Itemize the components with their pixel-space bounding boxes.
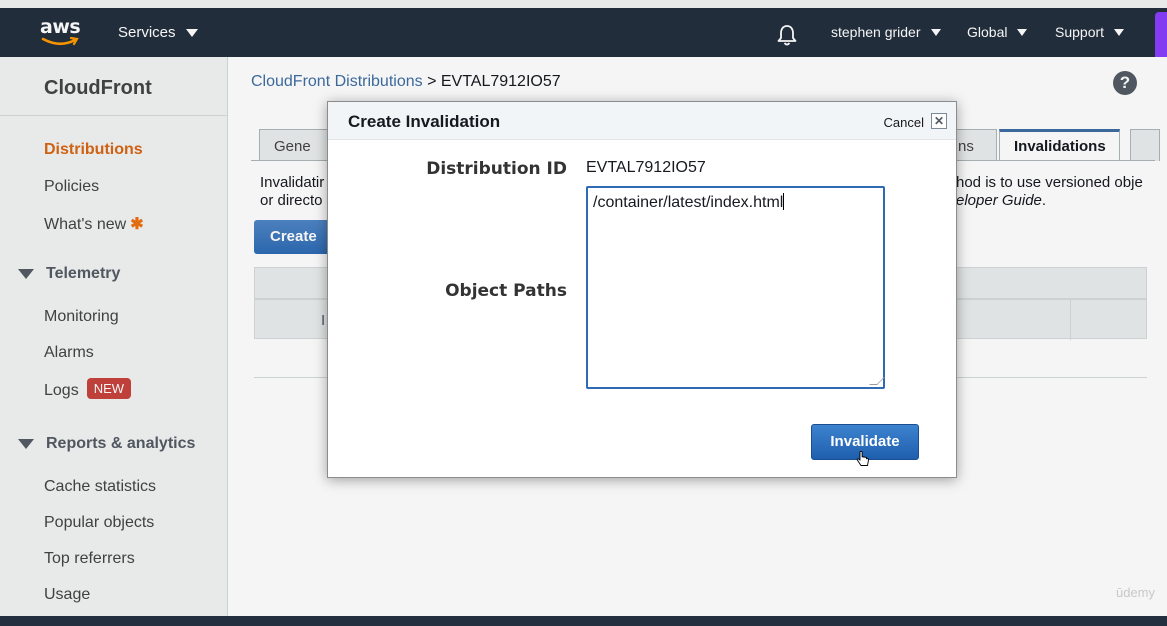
sidebar-item-usage[interactable]: Usage — [44, 586, 90, 604]
tab-invalidations[interactable]: Invalidations — [999, 129, 1120, 161]
sidebar-section-reports[interactable]: Reports & analytics — [18, 435, 195, 453]
breadcrumb-current: EVTAL7912IO57 — [440, 73, 561, 90]
support-label: Support — [1055, 24, 1105, 40]
close-icon[interactable]: ✕ — [931, 113, 947, 129]
user-label: stephen grider — [831, 24, 921, 40]
help-icon[interactable]: ? — [1113, 71, 1137, 95]
sidebar-divider — [0, 115, 228, 116]
region-label: Global — [967, 24, 1008, 40]
info-line: eloper Guide. — [956, 192, 1143, 210]
resize-grip-icon[interactable] — [869, 377, 885, 385]
sidebar-item-distributions[interactable]: Distributions — [44, 141, 143, 159]
sidebar: CloudFront Distributions Policies What's… — [0, 57, 228, 616]
chevron-down-icon — [1017, 28, 1028, 36]
sidebar-item-whats-new[interactable]: What's new ✱ — [44, 214, 144, 234]
cancel-link[interactable]: Cancel — [884, 115, 924, 130]
top-nav: aws Services stephen grider Global Suppo… — [0, 0, 1167, 57]
star-icon: ✱ — [130, 216, 144, 233]
distribution-id-label: Distribution ID — [426, 159, 567, 179]
sidebar-item-logs[interactable]: Logs NEW — [44, 378, 132, 400]
aws-logo[interactable]: aws — [40, 16, 81, 50]
user-menu[interactable]: stephen grider — [831, 24, 941, 40]
sidebar-item-top-referrers[interactable]: Top referrers — [44, 550, 135, 568]
chevron-down-icon — [1114, 28, 1125, 36]
info-text-right: hod is to use versioned obje eloper Guid… — [956, 174, 1143, 210]
udemy-watermark: ūdemy — [1115, 585, 1155, 600]
info-text-left: Invalidatir or directo — [260, 174, 324, 210]
region-menu[interactable]: Global — [967, 24, 1028, 40]
info-line: Invalidatir — [260, 174, 325, 191]
tab-more[interactable] — [1130, 129, 1160, 161]
hand-pointer-cursor-icon — [856, 451, 869, 466]
object-paths-textarea[interactable]: /container/latest/index.html — [586, 186, 885, 389]
new-badge: NEW — [86, 378, 132, 399]
services-label: Services — [118, 24, 176, 41]
distribution-id-value: EVTAL7912IO57 — [586, 159, 706, 176]
info-line: hod is to use versioned obje — [956, 174, 1143, 191]
info-period: . — [1041, 192, 1047, 209]
sidebar-item-monitoring[interactable]: Monitoring — [44, 308, 119, 326]
aws-smile-icon — [41, 37, 79, 46]
table-cell-fragment: I — [321, 312, 326, 329]
sidebar-item-popular-objects[interactable]: Popular objects — [44, 514, 154, 532]
breadcrumb-separator: > — [422, 73, 441, 90]
sidebar-item-cache-statistics[interactable]: Cache statistics — [44, 478, 156, 496]
services-menu[interactable]: Services — [118, 24, 198, 41]
tab-general[interactable]: Gene — [259, 129, 329, 161]
chevron-down-icon — [930, 28, 941, 36]
caret-down-icon — [18, 439, 34, 449]
section-label: Telemetry — [46, 265, 121, 282]
support-menu[interactable]: Support — [1055, 24, 1125, 40]
dialog-header: Create Invalidation Cancel ✕ — [328, 102, 956, 140]
aws-logo-text: aws — [40, 16, 81, 38]
notification-bell-icon[interactable] — [776, 24, 798, 46]
sidebar-item-policies[interactable]: Policies — [44, 178, 99, 196]
section-label: Reports & analytics — [46, 435, 196, 452]
object-paths-text: /container/latest/index.html — [593, 194, 784, 211]
breadcrumb-link[interactable]: CloudFront Distributions — [251, 73, 423, 90]
breadcrumb: CloudFront Distributions > EVTAL7912IO57 — [251, 73, 561, 91]
info-line: or directo — [260, 192, 323, 209]
object-paths-label: Object Paths — [445, 281, 567, 301]
sidebar-item-label: What's new — [44, 216, 127, 233]
text-cursor — [783, 193, 785, 210]
bottom-bar — [0, 616, 1167, 626]
sidebar-section-telemetry[interactable]: Telemetry — [18, 265, 120, 283]
sidebar-item-alarms[interactable]: Alarms — [44, 344, 94, 362]
sidebar-title: CloudFront — [44, 77, 152, 99]
chevron-down-icon — [185, 28, 198, 37]
dialog-title: Create Invalidation — [348, 112, 501, 131]
caret-down-icon — [18, 269, 34, 279]
create-invalidation-dialog: Create Invalidation Cancel ✕ Distributio… — [327, 101, 957, 478]
sidebar-item-label: Logs — [44, 382, 79, 399]
developer-guide-link[interactable]: eloper Guide — [956, 192, 1042, 209]
table-column-divider — [1070, 300, 1071, 340]
create-invalidation-button[interactable]: Create — [254, 220, 333, 254]
